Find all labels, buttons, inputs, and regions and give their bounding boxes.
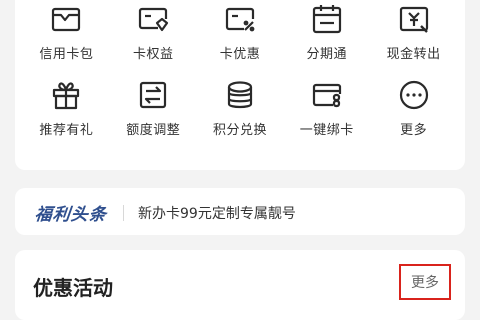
tile-card-discount[interactable]: 卡优惠 — [197, 0, 284, 62]
news-ticker[interactable]: 福利头条 新办卡99元定制专属靓号 — [15, 188, 465, 235]
tile-installment[interactable]: 分期通 — [283, 0, 370, 62]
tile-label: 现金转出 — [386, 47, 441, 62]
section-title: 优惠活动 — [33, 276, 113, 300]
card-benefits-icon — [134, 0, 172, 38]
tile-points-exchange[interactable]: 积分兑换 — [197, 76, 284, 138]
tile-label: 卡优惠 — [219, 47, 261, 62]
services-card: 信用卡包 卡权益 卡优惠 分期通 现金转出 推荐有礼 额度调整 积分兑换 一键绑… — [15, 0, 465, 170]
tile-label: 一键绑卡 — [299, 123, 354, 138]
calendar-installment-icon — [308, 0, 346, 38]
more-button[interactable]: 更多 — [399, 264, 451, 300]
gift-icon — [47, 76, 85, 114]
tile-limit-adjust[interactable]: 额度调整 — [110, 76, 197, 138]
tile-label: 积分兑换 — [212, 123, 267, 138]
tile-referral-gift[interactable]: 推荐有礼 — [23, 76, 110, 138]
news-brand-logo: 福利头条 — [33, 205, 108, 225]
tile-bind-card[interactable]: 一键绑卡 — [283, 76, 370, 138]
tile-label: 更多 — [400, 123, 428, 138]
tile-card-benefits[interactable]: 卡权益 — [110, 0, 197, 62]
services-grid: 信用卡包 卡权益 卡优惠 分期通 现金转出 推荐有礼 额度调整 积分兑换 一键绑… — [23, 0, 457, 138]
more-dots-icon — [395, 76, 433, 114]
divider — [123, 204, 124, 221]
tile-label: 卡权益 — [132, 47, 174, 62]
promo-section: 优惠活动 更多 — [15, 250, 465, 320]
card-wallet-icon — [47, 0, 85, 38]
card-discount-icon — [221, 0, 259, 38]
bind-card-icon — [308, 76, 346, 114]
points-coins-icon — [221, 76, 259, 114]
limit-adjust-icon — [134, 76, 172, 114]
tile-label: 额度调整 — [126, 123, 181, 138]
tile-cash-transfer[interactable]: 现金转出 — [370, 0, 457, 62]
news-headline[interactable]: 新办卡99元定制专属靓号 — [138, 203, 296, 223]
tile-card-wallet[interactable]: 信用卡包 — [23, 0, 110, 62]
tile-more[interactable]: 更多 — [370, 76, 457, 138]
tile-label: 分期通 — [306, 47, 348, 62]
tile-label: 信用卡包 — [39, 47, 94, 62]
cash-transfer-icon — [395, 0, 433, 38]
tile-label: 推荐有礼 — [39, 123, 94, 138]
